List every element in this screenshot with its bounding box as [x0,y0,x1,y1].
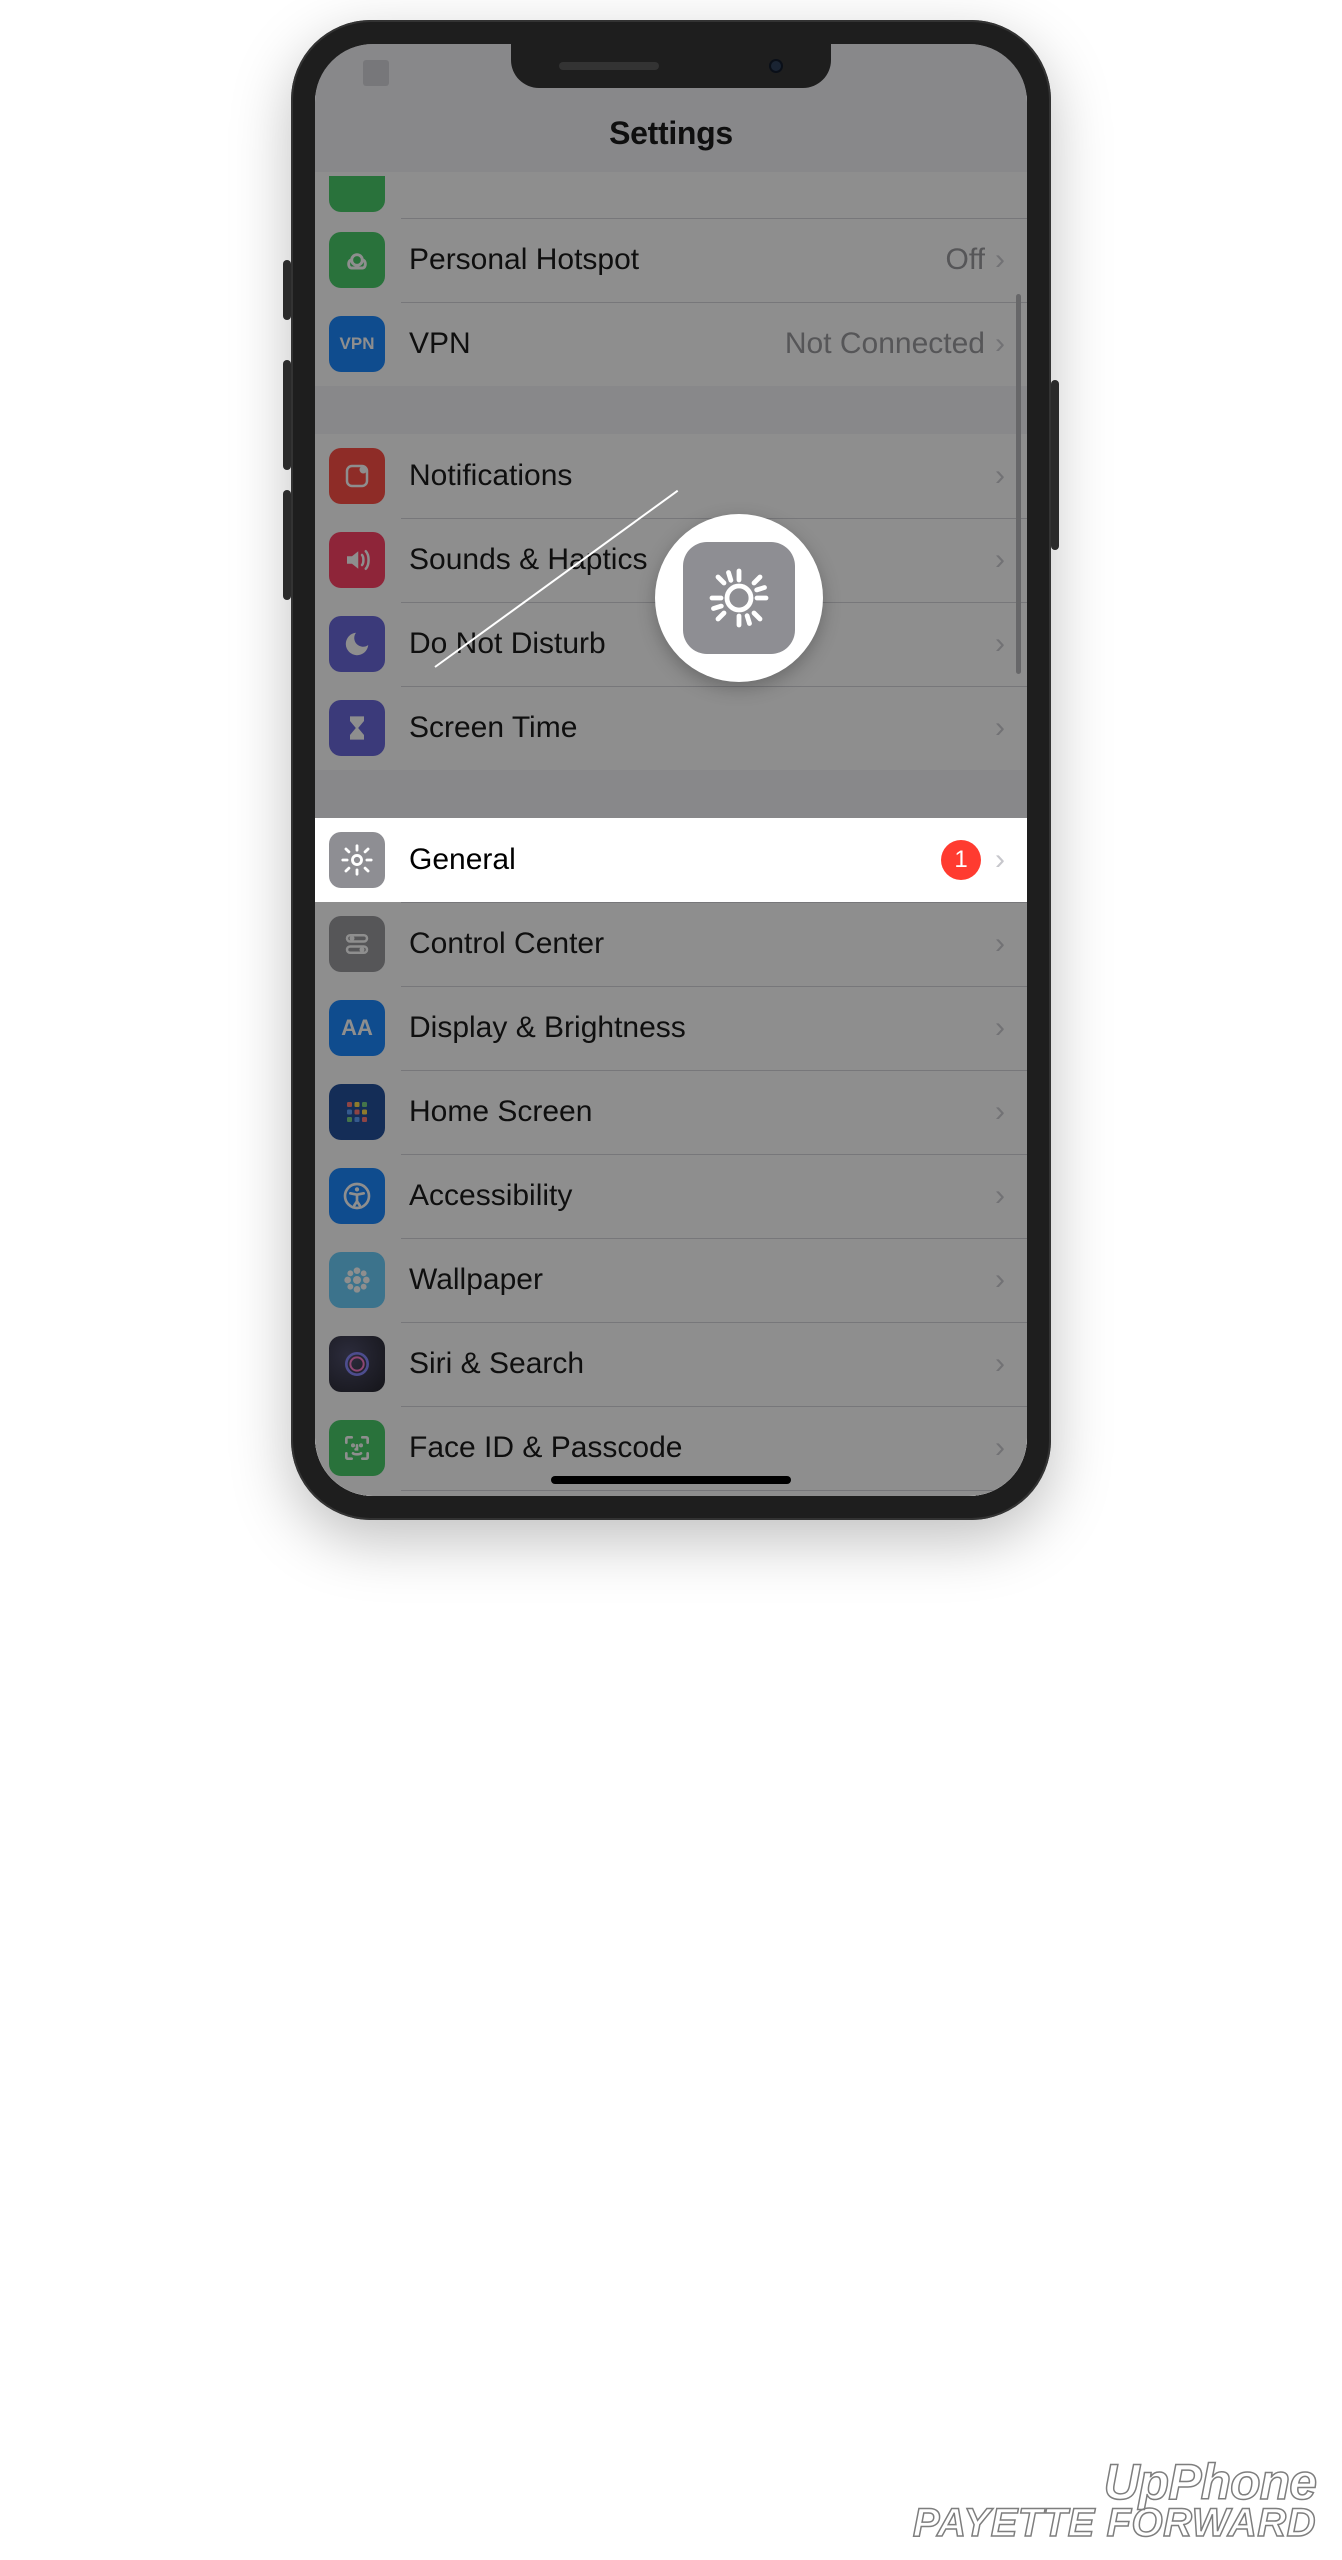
side-button-volume-down [283,490,291,600]
settings-row-general[interactable]: General 1 › [315,818,1027,902]
settings-row-display[interactable]: AA Display & Brightness › [315,986,1027,1070]
toggles-icon [329,916,385,972]
side-button-power [1051,380,1059,550]
row-label: Screen Time [409,711,995,745]
speaker-grille [559,62,659,70]
faceid-icon [329,1420,385,1476]
gear-icon [683,542,795,654]
notifications-icon [329,448,385,504]
side-button-volume-up [283,360,291,470]
flower-icon [329,1252,385,1308]
settings-row-home-screen[interactable]: Home Screen › [315,1070,1027,1154]
row-label: Wallpaper [409,1263,995,1297]
page-title: Settings [609,115,733,152]
chevron-right-icon: › [995,1011,1005,1045]
screen: Settings Personal Hotspot Off › VPN [315,44,1027,1496]
chevron-right-icon: › [995,243,1005,277]
settings-row-screentime[interactable]: Screen Time › [315,686,1027,770]
accessibility-icon [329,1168,385,1224]
notch [511,44,831,88]
section-gap [315,770,1027,818]
settings-row-notifications[interactable]: Notifications › [315,434,1027,518]
gear-icon [329,832,385,888]
siri-icon [329,1336,385,1392]
chevron-right-icon: › [995,327,1005,361]
chevron-right-icon: › [995,711,1005,745]
row-value: Not Connected [785,327,985,361]
scroll-indicator[interactable] [1016,294,1021,674]
settings-row-cellular-partial[interactable] [315,172,1027,218]
watermark-line1: UpPhone [913,2453,1316,2511]
sounds-icon [329,532,385,588]
settings-row-emergency-partial[interactable]: SOS Emergency SOS [315,1490,1027,1496]
row-label: Notifications [409,459,995,493]
watermark: UpPhone PAYETTE FORWARD [913,2453,1316,2546]
row-label: Face ID & Passcode [409,1431,995,1465]
chevron-right-icon: › [995,843,1005,877]
row-label: Personal Hotspot [409,243,946,277]
chevron-right-icon: › [995,1179,1005,1213]
settings-row-siri[interactable]: Siri & Search › [315,1322,1027,1406]
settings-row-wallpaper[interactable]: Wallpaper › [315,1238,1027,1322]
home-indicator[interactable] [551,1476,791,1484]
grid-icon [329,1084,385,1140]
watermark-line2: PAYETTE FORWARD [913,2501,1316,2546]
row-label: Siri & Search [409,1347,995,1381]
hourglass-icon [329,700,385,756]
chevron-right-icon: › [995,1263,1005,1297]
row-label: Accessibility [409,1179,995,1213]
chevron-right-icon: › [995,927,1005,961]
hotspot-icon [329,232,385,288]
moon-icon [329,616,385,672]
row-label: Home Screen [409,1095,995,1129]
callout-magnifier [655,514,823,682]
front-camera [769,59,783,73]
phone-frame: Settings Personal Hotspot Off › VPN [291,20,1051,1520]
row-label: Control Center [409,927,995,961]
chevron-right-icon: › [995,627,1005,661]
row-label: Display & Brightness [409,1011,995,1045]
row-label: VPN [409,327,785,361]
chevron-right-icon: › [995,1095,1005,1129]
notification-badge: 1 [941,840,981,880]
section-gap [315,386,1027,434]
chevron-right-icon: › [995,1431,1005,1465]
cellular-icon [329,176,385,212]
chevron-right-icon: › [995,1347,1005,1381]
nav-header: Settings [315,94,1027,172]
content: Settings Personal Hotspot Off › VPN [315,44,1027,1496]
settings-row-hotspot[interactable]: Personal Hotspot Off › [315,218,1027,302]
side-button-mute [283,260,291,320]
chevron-right-icon: › [995,543,1005,577]
settings-row-accessibility[interactable]: Accessibility › [315,1154,1027,1238]
settings-row-control-center[interactable]: Control Center › [315,902,1027,986]
text-size-icon: AA [329,1000,385,1056]
settings-row-vpn[interactable]: VPN VPN Not Connected › [315,302,1027,386]
row-value: Off [946,243,985,277]
row-label: General [409,843,941,877]
vpn-icon: VPN [329,316,385,372]
chevron-right-icon: › [995,459,1005,493]
status-placeholder-icon [363,60,389,86]
